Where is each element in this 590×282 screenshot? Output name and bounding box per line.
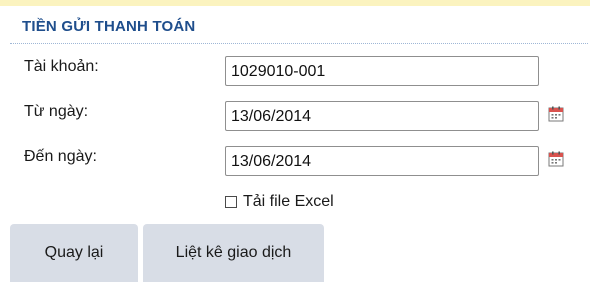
section-title: TIỀN GỬI THANH TOÁN (22, 18, 196, 35)
title-divider (10, 43, 588, 44)
account-label: Tài khoản: (24, 58, 99, 75)
to-date-field[interactable]: 13/06/2014 (225, 146, 539, 176)
calendar-icon[interactable] (548, 106, 564, 122)
excel-checkbox[interactable] (225, 196, 237, 208)
excel-checkbox-label: Tải file Excel (243, 193, 334, 210)
top-accent-strip (0, 0, 590, 6)
calendar-icon[interactable] (548, 151, 564, 167)
to-date-label: Đến ngày: (24, 148, 97, 165)
back-button[interactable]: Quay lại (10, 224, 138, 282)
from-date-label: Từ ngày: (24, 103, 89, 120)
account-field[interactable]: 1029010-001 (225, 56, 539, 86)
excel-option[interactable]: Tải file Excel (225, 193, 334, 211)
from-date-field[interactable]: 13/06/2014 (225, 101, 539, 131)
list-transactions-button[interactable]: Liệt kê giao dịch (143, 224, 324, 282)
